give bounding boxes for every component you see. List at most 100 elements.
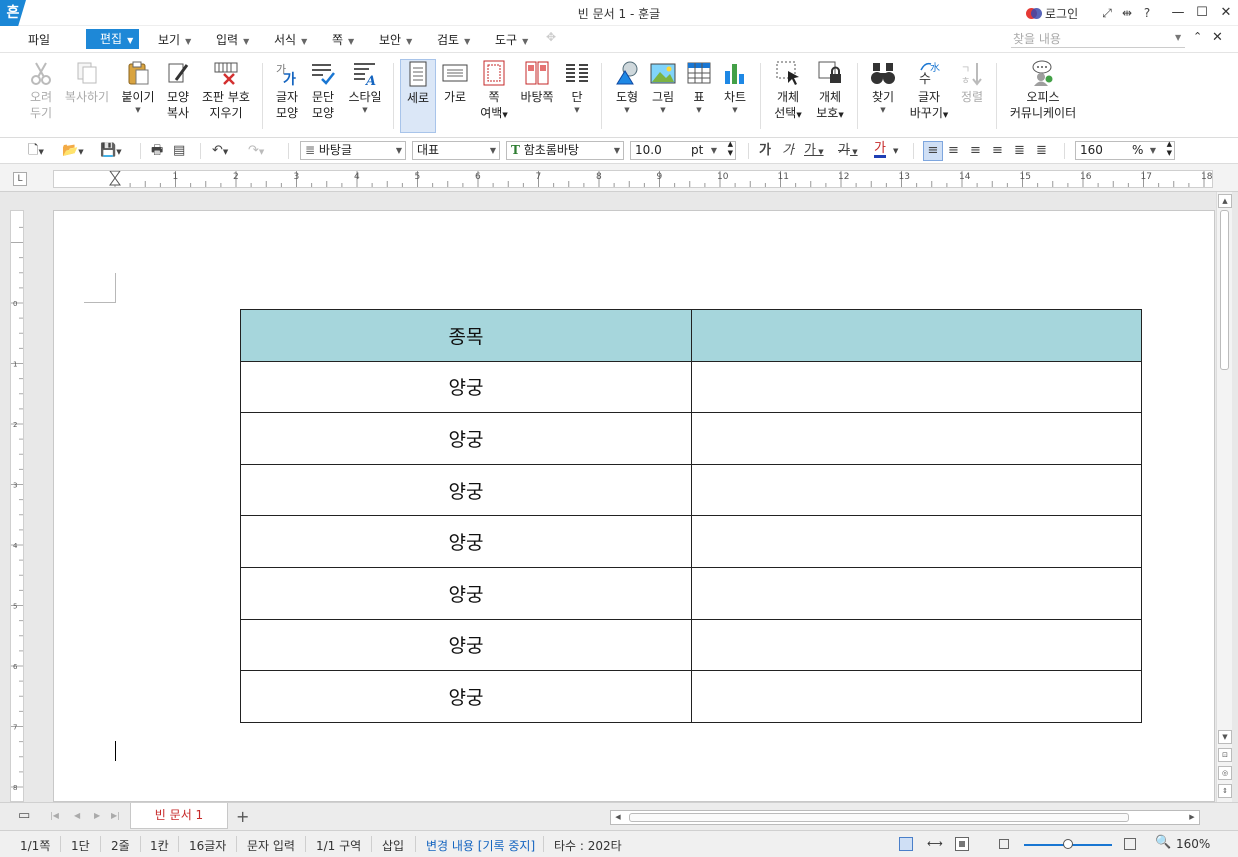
menu-view[interactable]: 보기 ▼ bbox=[158, 30, 191, 50]
minimize-icon[interactable]: — bbox=[1166, 2, 1190, 24]
paste-button[interactable]: 붙이기 ▼ bbox=[118, 59, 158, 115]
table-cell[interactable] bbox=[691, 618, 1142, 672]
office-communicator-button[interactable]: 오피스 커뮤니케이터 bbox=[1006, 59, 1080, 121]
tab-document[interactable]: 빈 문서 1 bbox=[130, 803, 228, 829]
hscroll-thumb[interactable] bbox=[629, 813, 1129, 822]
table-cell[interactable] bbox=[691, 566, 1142, 620]
chevron-down-icon[interactable]: ▼ bbox=[893, 142, 898, 160]
vertical-scrollbar[interactable]: ▲ ▼ ⊡ ◎ ⇕ bbox=[1216, 192, 1232, 802]
align-center-icon[interactable]: ≡ bbox=[970, 142, 981, 160]
menu-edit[interactable]: 편집 ▼ bbox=[86, 29, 140, 49]
sort-button[interactable]: ㄱㅎ 정렬 bbox=[956, 59, 988, 105]
format-painter-button[interactable]: 모양 복사 bbox=[160, 59, 196, 121]
picture-button[interactable]: 그림 ▼ bbox=[647, 59, 679, 115]
copy-button[interactable]: 복사하기 bbox=[63, 59, 111, 105]
scroll-down-icon[interactable]: ▼ bbox=[1218, 730, 1232, 744]
table-cell[interactable] bbox=[691, 515, 1142, 568]
full-page-icon[interactable] bbox=[955, 837, 969, 851]
italic-button[interactable]: 가 bbox=[782, 142, 794, 160]
scroll-right-icon[interactable]: ▶ bbox=[1185, 811, 1199, 824]
align-distribute-icon[interactable]: ≣ bbox=[1014, 142, 1025, 160]
align-right-icon[interactable]: ≡ bbox=[992, 142, 1003, 160]
font-select[interactable]: T 함초롬바탕 ▼ bbox=[506, 141, 624, 160]
zoom-out-icon[interactable] bbox=[999, 839, 1009, 849]
close-doc-icon[interactable]: ✕ bbox=[1212, 30, 1223, 45]
char-shape-button[interactable]: 가가 글자 모양 bbox=[270, 59, 304, 121]
fit-width-icon[interactable]: ⟷ bbox=[927, 837, 943, 850]
page-margin-button[interactable]: 쪽 여백▼ bbox=[476, 59, 512, 123]
status-zoom[interactable]: 160% bbox=[1176, 837, 1210, 851]
table-cell[interactable]: 양궁 bbox=[240, 670, 692, 723]
menu-file[interactable]: 파일 bbox=[28, 30, 50, 50]
zoom-input[interactable]: 160% ▼ ▲ ▼ bbox=[1075, 140, 1175, 160]
magnifier-icon[interactable]: 🔍 bbox=[1155, 835, 1171, 850]
columns-button[interactable]: 단 ▼ bbox=[562, 59, 592, 115]
scroll-thumb[interactable] bbox=[1220, 210, 1229, 370]
size-stepper-icon[interactable]: ▲ ▼ bbox=[728, 140, 733, 158]
paragraph-style-select[interactable]: ≣ 바탕글 ▼ bbox=[300, 141, 406, 160]
table-button[interactable]: 표 ▼ bbox=[685, 59, 713, 115]
table-cell[interactable] bbox=[691, 360, 1142, 414]
addon-icon[interactable]: ✥ bbox=[546, 30, 562, 46]
tab-list-icon[interactable]: ▭ bbox=[18, 808, 30, 823]
shape-button[interactable]: 도형 ▼ bbox=[610, 59, 644, 115]
status-insert-mode[interactable]: 삽입 bbox=[382, 837, 404, 854]
strike-button[interactable]: 가 ▼ bbox=[838, 142, 858, 160]
scroll-left-icon[interactable]: ◀ bbox=[611, 811, 625, 824]
vertical-ruler[interactable]: 0 1 2 3 4 5 6 7 8 bbox=[10, 210, 24, 802]
next-tab-icon[interactable]: ▶ bbox=[94, 811, 100, 820]
table-cell[interactable] bbox=[691, 670, 1142, 723]
normal-view-icon[interactable] bbox=[899, 837, 913, 851]
landscape-button[interactable]: 가로 bbox=[438, 59, 472, 105]
bold-button[interactable]: 가 bbox=[759, 142, 771, 160]
fullscreen-icon[interactable]: ⤢ bbox=[1097, 4, 1117, 22]
protect-object-button[interactable]: 개체 보호▼ bbox=[812, 59, 848, 123]
status-page[interactable]: 1/1쪽 bbox=[20, 837, 50, 854]
chevron-down-icon[interactable]: ▼ bbox=[1175, 33, 1181, 42]
table-cell[interactable] bbox=[691, 412, 1142, 465]
find-input[interactable]: 찾을 내용 bbox=[1011, 32, 1185, 48]
new-document-icon[interactable]: 🗋▼ bbox=[28, 142, 44, 160]
menu-security[interactable]: 보안 ▼ bbox=[379, 30, 412, 50]
add-tab-icon[interactable]: + bbox=[236, 807, 249, 826]
table-cell[interactable] bbox=[691, 463, 1142, 517]
preview-icon[interactable]: ▤ bbox=[173, 142, 185, 160]
font-size-input[interactable]: 10.0 pt ▼ ▲ ▼ bbox=[630, 140, 736, 160]
table-cell[interactable]: 양궁 bbox=[240, 566, 692, 620]
align-justify-icon[interactable]: ≡ bbox=[923, 141, 943, 161]
menu-input[interactable]: 입력 ▼ bbox=[216, 30, 249, 50]
menu-format[interactable]: 서식 ▼ bbox=[274, 30, 307, 50]
scroll-up-icon[interactable]: ▲ bbox=[1218, 194, 1232, 208]
document-table[interactable]: 종목 양궁 양궁 양궁 양궁 양궁 양궁 양궁 bbox=[240, 309, 1142, 723]
page-icon[interactable]: ◎ bbox=[1218, 766, 1232, 780]
select-object-button[interactable]: 개체 선택▼ bbox=[770, 59, 806, 123]
next-page-icon[interactable]: ⇕ bbox=[1218, 784, 1232, 798]
clear-codes-button[interactable]: 조판 부호 지우기 bbox=[199, 59, 253, 121]
maximize-icon[interactable]: ☐ bbox=[1190, 2, 1214, 24]
open-folder-icon[interactable]: 📂▼ bbox=[62, 142, 84, 160]
redo-icon[interactable]: ↷▼ bbox=[248, 142, 264, 160]
align-left-icon[interactable]: ≡ bbox=[948, 142, 959, 160]
status-track-changes[interactable]: 변경 내용 [기록 중지] bbox=[426, 837, 535, 854]
underline-button[interactable]: 가 ▼ bbox=[804, 142, 824, 160]
document-page[interactable]: 종목 양궁 양궁 양궁 양궁 양궁 양궁 양궁 bbox=[53, 210, 1215, 802]
font-color-button[interactable]: 가 bbox=[874, 142, 886, 158]
horizontal-scrollbar[interactable]: ◀ ▶ bbox=[610, 810, 1200, 825]
table-cell[interactable]: 양궁 bbox=[240, 515, 692, 568]
zoom-slider-handle[interactable] bbox=[1063, 839, 1073, 849]
split-icon[interactable]: ⇹ bbox=[1117, 4, 1137, 22]
print-icon[interactable]: 🖶 bbox=[151, 142, 163, 160]
first-tab-icon[interactable]: |◀ bbox=[50, 811, 59, 820]
para-shape-button[interactable]: 문단 모양 bbox=[306, 59, 340, 121]
save-icon[interactable]: 💾▼ bbox=[100, 142, 122, 160]
login-button[interactable]: 로그인 bbox=[1026, 5, 1078, 22]
table-cell[interactable]: 양궁 bbox=[240, 360, 692, 414]
style-button[interactable]: A 스타일 ▼ bbox=[345, 59, 385, 115]
close-icon[interactable]: ✕ bbox=[1214, 2, 1238, 24]
horizontal-ruler[interactable]: 1 2 3 4 5 6 7 8 9 10 11 12 13 14 15 16 17 18 bbox=[53, 170, 1213, 188]
prev-page-icon[interactable]: ⊡ bbox=[1218, 748, 1232, 762]
undo-icon[interactable]: ↶▼ bbox=[212, 142, 228, 160]
help-icon[interactable]: ? bbox=[1137, 4, 1157, 22]
menu-tools[interactable]: 도구 ▼ bbox=[495, 30, 528, 50]
zoom-stepper-icon[interactable]: ▲ ▼ bbox=[1167, 140, 1172, 158]
